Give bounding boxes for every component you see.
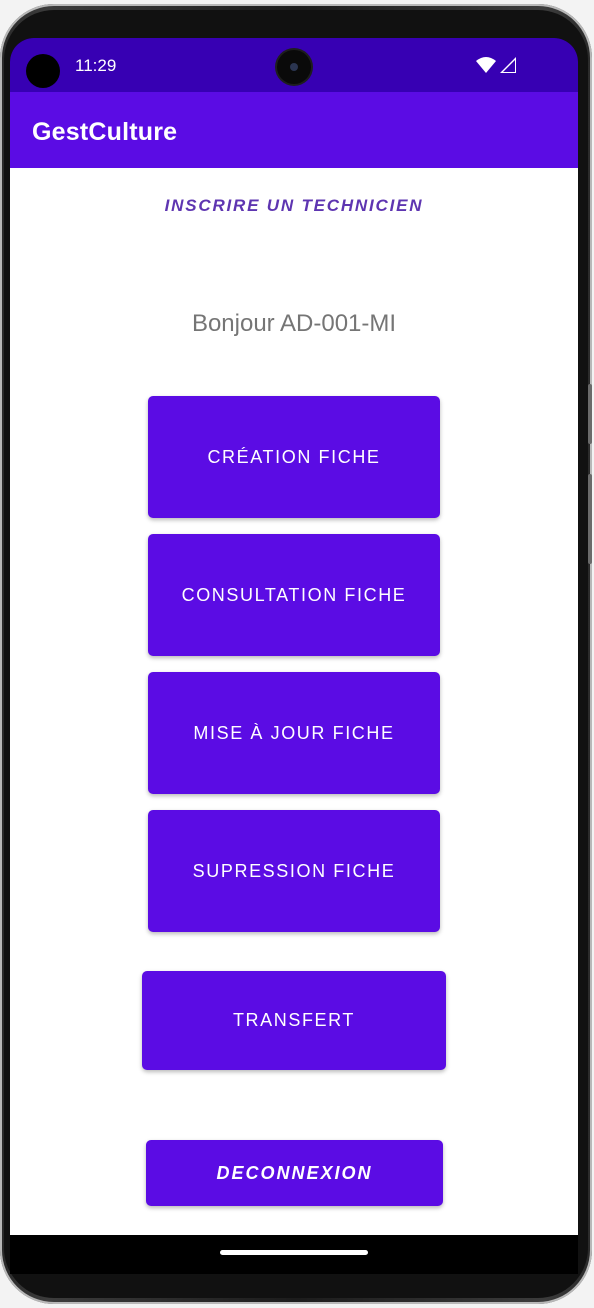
front-camera-icon <box>277 50 311 84</box>
greeting-text: Bonjour AD-001-MI <box>191 310 397 337</box>
transfer-button[interactable]: TRANSFERT <box>142 971 446 1070</box>
consult-sheet-button[interactable]: CONSULTATION FICHE <box>148 534 440 656</box>
update-sheet-button[interactable]: MISE À JOUR FICHE <box>148 672 440 794</box>
navigation-bar <box>10 1235 578 1274</box>
status-time: 11:29 <box>75 56 117 75</box>
volume-button <box>588 384 592 444</box>
status-bar: 11:29 <box>10 38 578 92</box>
register-technician-link[interactable]: INSCRIRE UN TECHNICIEN <box>10 196 578 216</box>
power-button <box>588 474 592 564</box>
logout-button[interactable]: DECONNEXION <box>146 1140 443 1206</box>
camera-cutout-icon <box>26 54 60 88</box>
device-screen: 11:29 GestCulture INSCRIRE UN TECHNICIEN… <box>10 38 578 1274</box>
app-bar: GestCulture <box>10 92 578 168</box>
delete-sheet-button[interactable]: SUPRESSION FICHE <box>148 810 440 932</box>
phone-frame: 11:29 GestCulture INSCRIRE UN TECHNICIEN… <box>0 4 592 1304</box>
home-gesture-handle[interactable] <box>220 1250 368 1255</box>
cellular-signal-icon <box>500 57 516 73</box>
app-title: GestCulture <box>32 118 178 146</box>
main-content: INSCRIRE UN TECHNICIEN Bonjour AD-001-MI… <box>10 168 578 1235</box>
status-icons <box>476 57 516 73</box>
create-sheet-button[interactable]: CRÉATION FICHE <box>148 396 440 518</box>
wifi-icon <box>476 57 496 73</box>
